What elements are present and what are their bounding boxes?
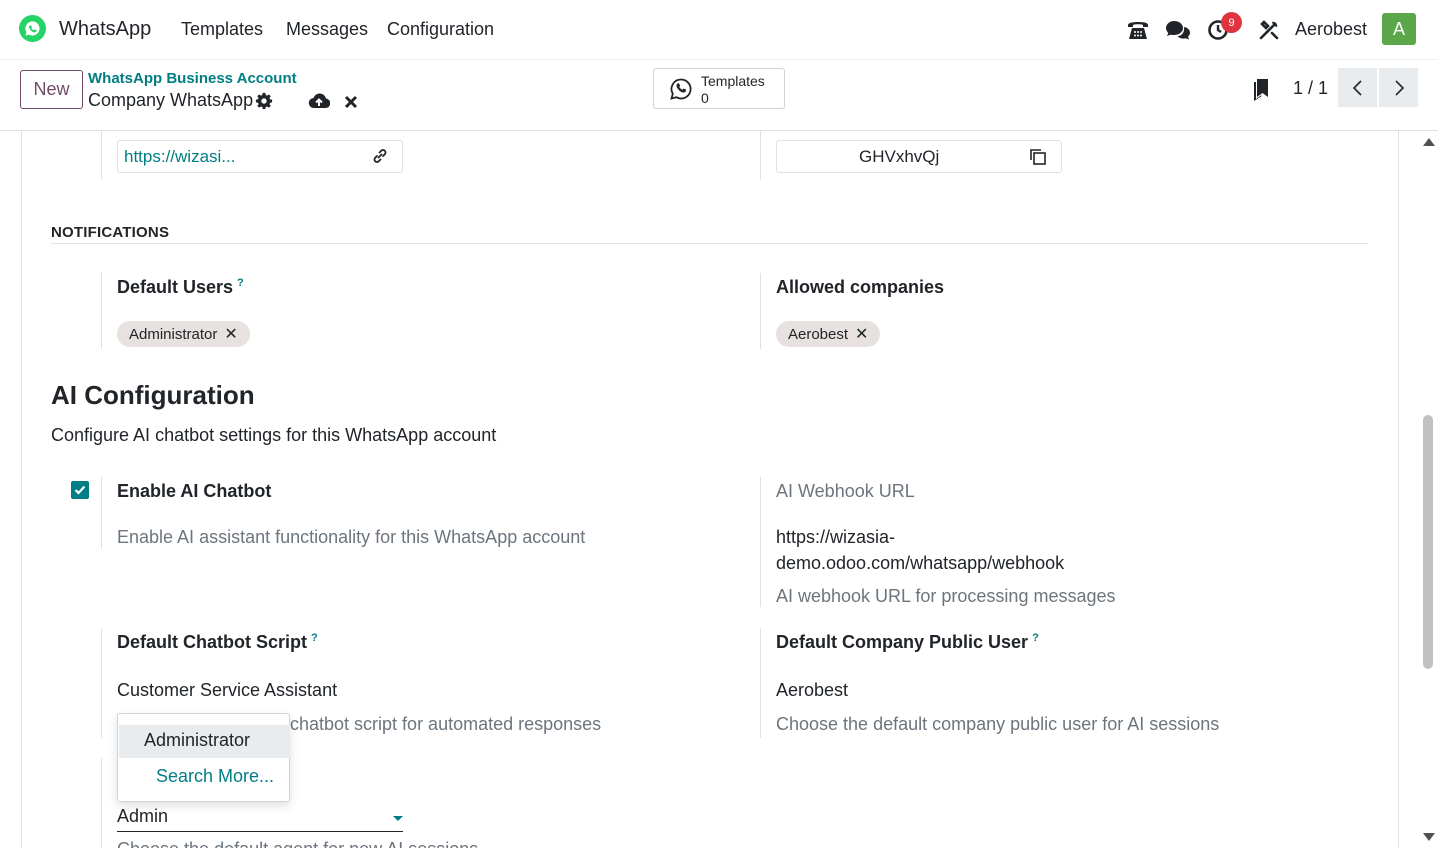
discard-close-icon[interactable] (340, 91, 362, 113)
field-gutter (101, 628, 102, 738)
ai-configuration-subtitle: Configure AI chatbot settings for this W… (51, 425, 497, 445)
ai-webhook-url-label: AI Webhook URL (776, 481, 915, 501)
default-public-user-help: Choose the default company public user f… (776, 714, 1220, 734)
field-gutter (760, 628, 761, 738)
default-agent-help: Choose the default agent for new AI sess… (117, 839, 478, 848)
breadcrumb-parent[interactable]: WhatsApp Business Account (88, 70, 297, 87)
templates-smart-button[interactable]: Templates 0 (653, 68, 785, 109)
field-gutter (760, 131, 761, 180)
company-switcher[interactable]: Aerobest (1295, 19, 1367, 40)
smart-button-count: 0 (701, 90, 709, 106)
field-gutter (101, 131, 102, 180)
pager-value[interactable]: 1 / 1 (1293, 78, 1328, 99)
verify-token-field[interactable]: GHVxhvQj (776, 140, 1062, 173)
section-divider (51, 243, 1368, 244)
help-tooltip-icon[interactable]: ? (1032, 632, 1039, 644)
dropdown-caret-icon[interactable] (393, 816, 403, 821)
default-public-user-value[interactable]: Aerobest (776, 680, 848, 701)
callback-url-value[interactable]: https://wizasi... (124, 147, 235, 167)
default-chatbot-script-label: Default Chatbot Script? (117, 632, 318, 652)
gear-icon[interactable] (253, 90, 275, 112)
scrollbar-thumb[interactable] (1423, 415, 1433, 669)
default-users-label: Default Users? (117, 277, 244, 297)
control-panel: New WhatsApp Business Account Company Wh… (0, 60, 1438, 131)
phone-icon[interactable] (1125, 17, 1151, 43)
ai-webhook-url-help: AI webhook URL for processing messages (776, 586, 1116, 606)
field-gutter (101, 758, 102, 848)
allowed-company-tag[interactable]: Aerobest ✕ (776, 321, 881, 347)
remove-tag-icon[interactable]: ✕ (855, 324, 868, 344)
scroll-down-arrow-icon[interactable] (1423, 833, 1435, 841)
field-gutter (101, 273, 102, 349)
menu-templates[interactable]: Templates (181, 19, 263, 40)
menu-configuration[interactable]: Configuration (387, 19, 494, 40)
app-name[interactable]: WhatsApp (59, 18, 151, 41)
smart-button-label: Templates (701, 73, 765, 89)
copy-clipboard-icon[interactable] (1029, 148, 1047, 171)
remove-tag-icon[interactable]: ✕ (224, 324, 237, 344)
enable-ai-chatbot-checkbox[interactable] (71, 481, 89, 499)
default-chatbot-script-value[interactable]: Customer Service Assistant (117, 680, 337, 701)
chat-icon[interactable] (1165, 17, 1191, 43)
enable-ai-chatbot-help: Enable AI assistant functionality for th… (117, 527, 586, 547)
help-tooltip-icon[interactable]: ? (311, 632, 318, 644)
new-button[interactable]: New (20, 70, 83, 109)
breadcrumb-current: Company WhatsApp (88, 90, 254, 110)
verify-token-value: GHVxhvQj (859, 147, 940, 166)
field-gutter (760, 477, 761, 607)
allowed-companies-label: Allowed companies (776, 277, 945, 297)
default-user-tag[interactable]: Administrator ✕ (117, 321, 250, 347)
ai-webhook-url-line2: demo.odoo.com/whatsapp/webhook (776, 553, 1065, 573)
notifications-section-title: NOTIFICATIONS (51, 224, 170, 241)
top-navbar: WhatsApp Templates Messages Configuratio… (0, 0, 1438, 60)
field-gutter (101, 477, 102, 549)
pager-next-button[interactable] (1379, 68, 1418, 107)
scroll-up-arrow-icon[interactable] (1423, 138, 1435, 146)
dropdown-search-more[interactable]: Search More... (119, 766, 290, 787)
ai-configuration-title: AI Configuration (51, 380, 255, 410)
whatsapp-outline-icon (669, 77, 693, 106)
menu-messages[interactable]: Messages (286, 19, 368, 40)
dropdown-option-administrator[interactable]: Administrator (119, 725, 290, 758)
bookmark-stack-icon[interactable] (1251, 78, 1273, 101)
link-icon[interactable] (372, 148, 388, 169)
debug-tools-icon[interactable] (1256, 17, 1282, 43)
autocomplete-dropdown: Administrator Search More... (117, 713, 290, 802)
activity-count-badge: 9 (1221, 12, 1242, 33)
callback-url-field[interactable]: https://wizasi... (117, 140, 403, 173)
field-gutter (760, 273, 761, 349)
whatsapp-logo-icon[interactable] (19, 15, 46, 42)
user-avatar[interactable]: A (1382, 13, 1416, 45)
default-chatbot-script-help: chatbot script for automated responses (290, 714, 602, 734)
default-public-user-label: Default Company Public User? (776, 632, 1039, 652)
default-agent-input[interactable]: Admin (117, 806, 403, 832)
ai-webhook-url-line1: https://wizasia- (776, 527, 896, 547)
enable-ai-chatbot-label[interactable]: Enable AI Chatbot (117, 481, 271, 502)
help-tooltip-icon[interactable]: ? (237, 277, 244, 289)
save-cloud-icon[interactable] (308, 90, 330, 112)
pager-previous-button[interactable] (1338, 68, 1377, 107)
